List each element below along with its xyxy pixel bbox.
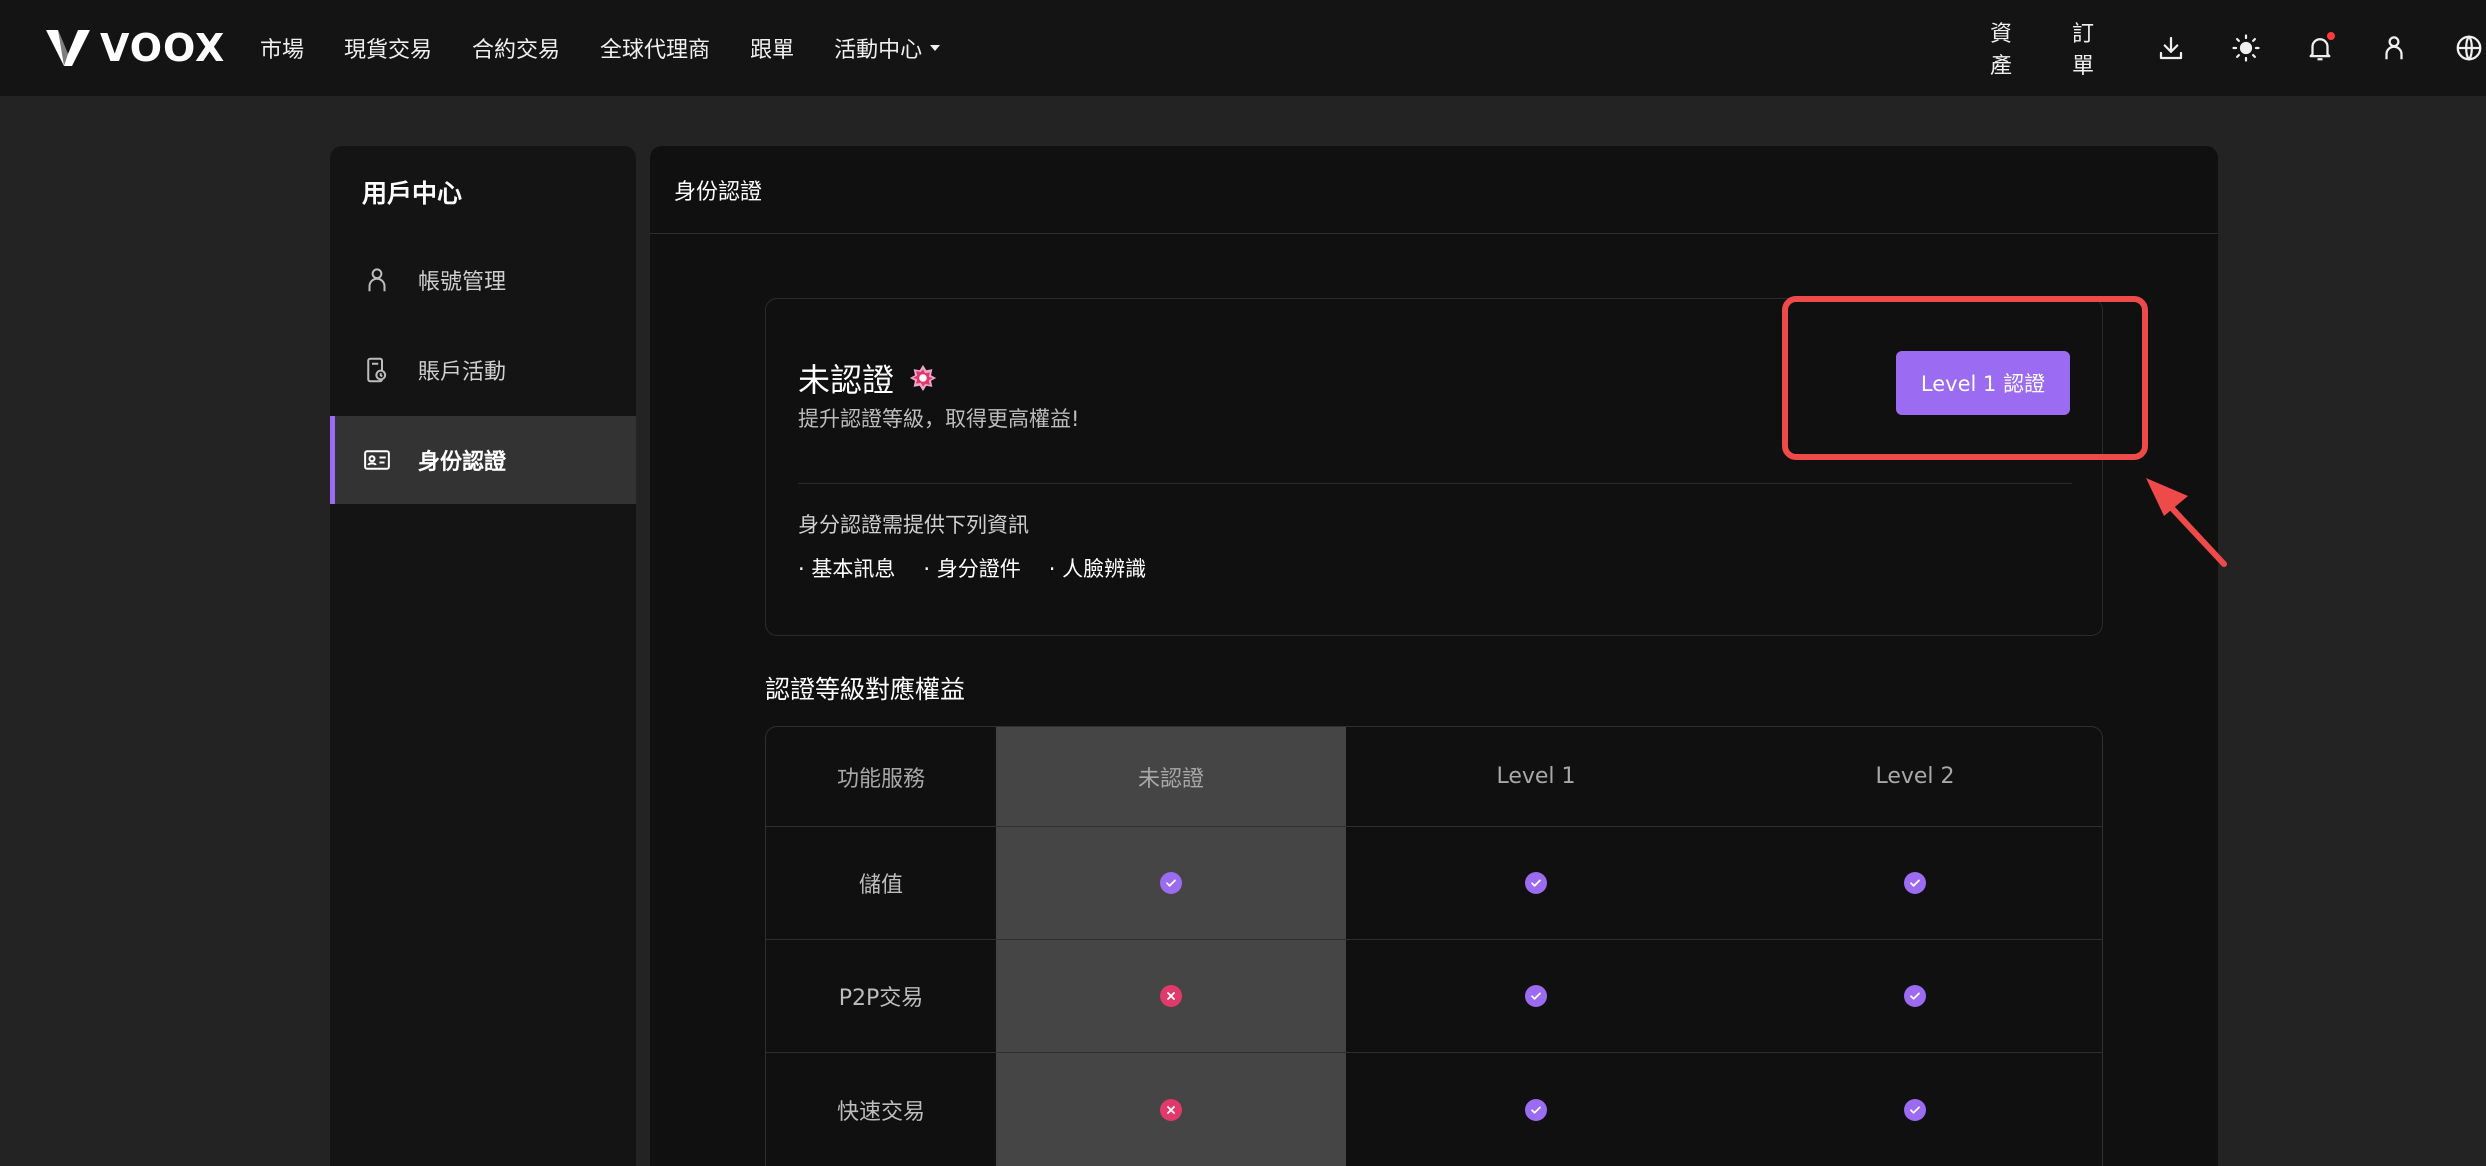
id-card-icon: [364, 450, 390, 470]
table-header-cell: Level 2: [1875, 764, 1955, 789]
user-icon: [368, 268, 386, 292]
nav-copy-trading[interactable]: 跟單: [750, 32, 794, 64]
nav-futures-trading[interactable]: 合約交易: [472, 32, 560, 64]
feature-label: 儲值: [858, 873, 903, 898]
sidebar-item-label: 帳號管理: [418, 270, 507, 295]
assets-link[interactable]: 資產: [1990, 16, 2032, 80]
nav-activity-center-label: 活動中心: [834, 38, 923, 63]
main-nav: 市場 現貨交易 合約交易 全球代理商 跟單 活動中心: [260, 0, 941, 96]
requirements-title: 身分認證需提供下列資訊: [798, 513, 1029, 537]
divider: [798, 483, 2072, 484]
status-title: 未認證: [798, 361, 895, 399]
logo[interactable]: VOOX: [44, 26, 226, 70]
check-icon: [1525, 872, 1547, 894]
chevron-down-icon: [930, 45, 941, 51]
requirement-item: · 基本訊息: [798, 557, 896, 581]
feature-label: P2P交易: [838, 986, 924, 1011]
right-nav: 資產 訂單: [1990, 0, 2486, 96]
table-row: 儲值: [766, 827, 2102, 940]
table-cell: [996, 827, 1346, 939]
activity-icon: [367, 357, 387, 383]
check-icon: [1904, 872, 1926, 894]
nav-spot-trading[interactable]: 現貨交易: [344, 32, 432, 64]
requirement-item: · 人臉辨識: [1048, 557, 1147, 581]
sidebar-item-label: 賬戶活動: [418, 360, 507, 385]
sidebar-item-account-management[interactable]: 帳號管理: [330, 236, 636, 324]
annotation-highlight-box: [1782, 296, 2148, 460]
requirements-list: · 基本訊息 · 身分證件 · 人臉辨識: [798, 553, 1146, 583]
requirement-item: · 身分證件: [923, 557, 1021, 581]
benefits-title: 認證等級對應權益: [765, 675, 966, 704]
download-button[interactable]: [2154, 30, 2188, 66]
check-icon: [1904, 985, 1926, 1007]
sidebar-item-label: 身份認證: [418, 450, 507, 475]
status-subtitle: 提升認證等級，取得更高權益!: [798, 407, 1080, 431]
table-cell: [996, 940, 1346, 1052]
verification-status: 未認證: [798, 355, 938, 401]
check-icon: [1525, 1098, 1547, 1121]
badge-star-icon: [909, 364, 937, 392]
page-title: 身份認證: [650, 146, 2218, 234]
voox-logo-icon: [46, 30, 90, 66]
table-cell: [1346, 827, 1726, 939]
download-icon: [2160, 36, 2183, 60]
table-row: P2P交易: [766, 940, 2102, 1053]
check-icon: [1904, 1098, 1926, 1121]
table-header-cell: 未認證: [1137, 766, 1204, 792]
table-header-row: 功能服務 未認證 Level 1 Level 2: [766, 727, 2102, 827]
notifications-button[interactable]: [2303, 30, 2337, 66]
table-cell: [1726, 827, 2102, 939]
table-header-cell: 功能服務: [836, 766, 925, 792]
globe-icon: [2456, 35, 2482, 61]
table-cell: [1726, 1053, 2102, 1166]
check-icon: [1160, 872, 1182, 894]
language-button[interactable]: [2452, 30, 2486, 66]
theme-toggle-button[interactable]: [2228, 30, 2262, 66]
sidebar-item-account-activity[interactable]: 賬戶活動: [330, 326, 636, 414]
sidebar: 用戶中心 帳號管理 賬戶活動 身份認證: [330, 146, 636, 1166]
top-nav-bar: VOOX 市場 現貨交易 合約交易 全球代理商 跟單 活動中心 資產 訂單: [0, 0, 2486, 96]
nav-activity-center[interactable]: 活動中心: [834, 32, 941, 64]
table-header-cell: Level 1: [1496, 764, 1576, 789]
feature-label: 快速交易: [836, 1099, 925, 1125]
nav-global-agents[interactable]: 全球代理商: [600, 32, 710, 64]
cross-icon: [1160, 1098, 1182, 1121]
table-cell: [996, 1053, 1346, 1166]
sidebar-item-identity-verification[interactable]: 身份認證: [330, 416, 636, 504]
user-icon: [2385, 36, 2404, 60]
profile-button[interactable]: [2377, 30, 2411, 66]
table-cell: [1726, 940, 2102, 1052]
benefits-table: 功能服務 未認證 Level 1 Level 2 儲值 P2P交易 快速交易: [765, 726, 2103, 1166]
orders-link[interactable]: 訂單: [2072, 16, 2114, 80]
sidebar-title: 用戶中心: [362, 179, 463, 208]
nav-market[interactable]: 市場: [260, 32, 304, 64]
table-cell: [1346, 1053, 1726, 1166]
table-cell: [1346, 940, 1726, 1052]
brand-name: VOOX: [100, 26, 226, 70]
sun-icon: [2232, 34, 2260, 62]
check-icon: [1525, 985, 1547, 1007]
table-row: 快速交易: [766, 1053, 2102, 1166]
annotation-arrow-icon: [2146, 478, 2227, 567]
cross-icon: [1160, 985, 1182, 1007]
